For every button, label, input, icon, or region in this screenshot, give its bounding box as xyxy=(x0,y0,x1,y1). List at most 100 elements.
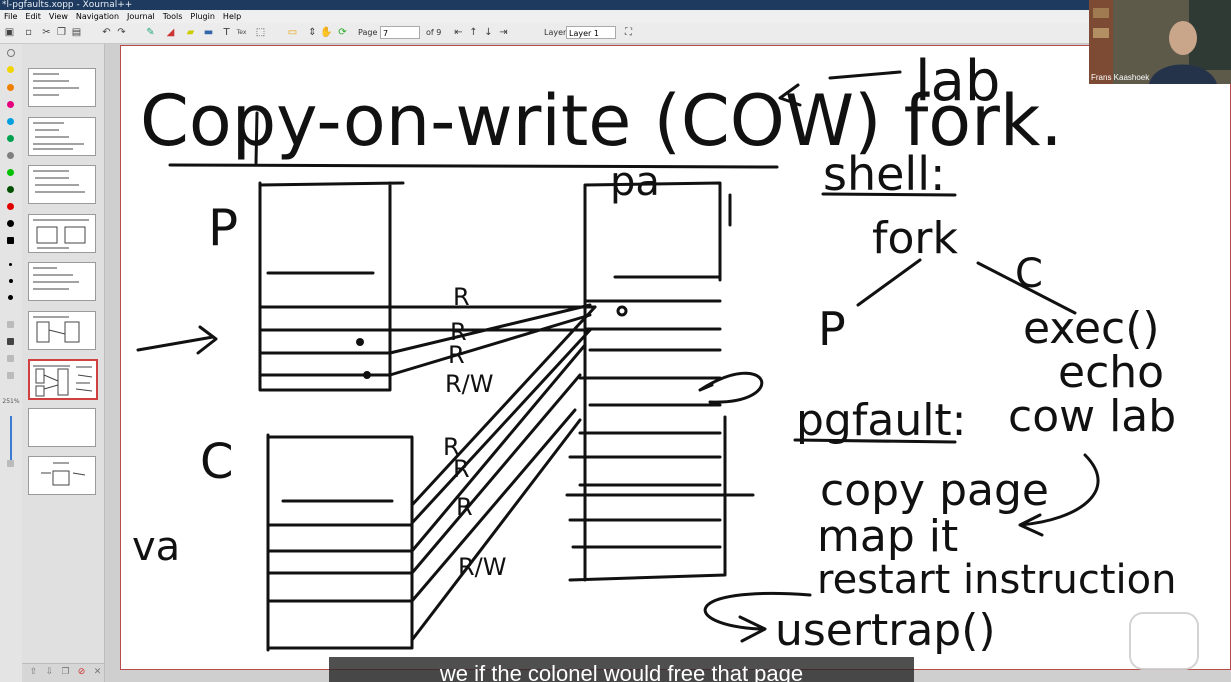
c-mappings xyxy=(410,305,597,642)
page-thumbnail-9[interactable] xyxy=(28,456,96,495)
rectangle-select-icon[interactable]: ▭ xyxy=(286,26,299,39)
move-page-down-icon[interactable]: ⇩ xyxy=(44,667,55,678)
zoom-fit-icon[interactable] xyxy=(7,372,14,379)
speaker-video-icon xyxy=(1089,0,1231,84)
select-icon[interactable]: ⬚ xyxy=(254,26,267,39)
page-thumbnail-1[interactable] xyxy=(28,68,96,107)
page-thumbnail-6[interactable] xyxy=(28,311,96,350)
last-page-icon[interactable]: ⇥ xyxy=(497,26,510,39)
menu-help[interactable]: Help xyxy=(219,10,245,23)
copy-page-icon[interactable]: ❐ xyxy=(60,667,71,678)
sidebar-page-controls: ⇧ ⇩ ❐ ⊘ ✕ xyxy=(22,663,104,682)
undo-icon[interactable]: ↶ xyxy=(100,26,113,39)
color-green[interactable] xyxy=(7,135,14,142)
fill-icon[interactable] xyxy=(7,321,14,328)
color-black-selected[interactable] xyxy=(7,237,14,244)
first-page-icon[interactable]: ⇤ xyxy=(452,26,465,39)
page-thumbnail-3[interactable] xyxy=(28,165,96,204)
screen-icon[interactable] xyxy=(7,338,14,345)
page-thumbnail-7-current[interactable] xyxy=(28,359,98,400)
color-orange[interactable] xyxy=(7,84,14,91)
menu-journal[interactable]: Journal xyxy=(123,10,159,23)
process-c-label: C xyxy=(200,434,234,490)
menu-navigation[interactable]: Navigation xyxy=(72,10,123,23)
menu-edit[interactable]: Edit xyxy=(21,10,45,23)
text-tool-icon[interactable]: T xyxy=(220,26,233,39)
pte-dot-2 xyxy=(363,371,371,379)
window-title-bar: *l-pgfaults.xopp - Xournal++ xyxy=(0,0,1231,10)
shell-label: shell: xyxy=(823,147,945,201)
page-thumbnail-8[interactable] xyxy=(28,408,96,447)
pen-size-medium[interactable] xyxy=(9,279,13,283)
pagetable-p-rows xyxy=(258,271,392,377)
zoom-slider[interactable] xyxy=(10,416,12,460)
pen-size-thick[interactable] xyxy=(8,295,13,300)
copy-icon[interactable]: ❐ xyxy=(55,26,68,39)
zoom-out-icon[interactable] xyxy=(7,355,14,362)
hand-icon[interactable]: ✋ xyxy=(320,26,333,39)
parent-p-label: P xyxy=(818,302,846,356)
cow-lab-label: cow lab xyxy=(1008,391,1176,442)
color-yellow[interactable] xyxy=(7,66,14,73)
eraser-icon[interactable]: ◢ xyxy=(164,26,177,39)
fork-label: fork xyxy=(872,213,959,264)
menu-tools[interactable]: Tools xyxy=(159,10,187,23)
title-underline xyxy=(168,163,779,169)
previous-page-icon[interactable]: ↑ xyxy=(467,26,480,39)
color-dark-green[interactable] xyxy=(7,186,14,193)
cut-icon[interactable]: ✂ xyxy=(40,26,53,39)
close-sidebar-icon[interactable]: ✕ xyxy=(92,667,103,678)
vertical-space-icon[interactable]: ⇕ xyxy=(306,26,319,39)
delete-page-icon[interactable]: ⊘ xyxy=(76,667,87,678)
va-label: va xyxy=(132,524,180,570)
pen-size-fine[interactable] xyxy=(9,263,12,266)
color-black[interactable] xyxy=(7,220,14,227)
toolbar: ▣ ▫ ✂ ❐ ▤ ↶ ↷ ✎ ◢ ▰ ▬ T Tex ⬚ ▭ ⇕ ✋ ⟳ Pa… xyxy=(0,23,1231,44)
process-p-label: P xyxy=(208,199,238,257)
step-copy-page: copy page xyxy=(820,465,1049,516)
highlighter-icon[interactable]: ▰ xyxy=(184,26,197,39)
paste-icon[interactable]: ▤ xyxy=(70,26,83,39)
flag-r-6: R xyxy=(456,493,473,521)
redo-icon[interactable]: ↷ xyxy=(115,26,128,39)
flag-r-5: R xyxy=(453,455,470,483)
lab-label: lab xyxy=(915,49,1000,114)
page-number-input[interactable]: 7 xyxy=(380,26,420,39)
page-total: of 9 xyxy=(426,28,442,37)
flag-r-1: R xyxy=(453,283,470,311)
play-watermark xyxy=(1129,612,1199,670)
page-thumbnail-4[interactable] xyxy=(28,214,96,253)
pa-label: pa xyxy=(610,159,660,205)
zoom-level: 251% xyxy=(2,398,20,405)
page-thumbnail-2[interactable] xyxy=(28,117,96,156)
menu-file[interactable]: File xyxy=(0,10,21,23)
new-page-icon[interactable]: ▫ xyxy=(22,26,35,39)
color-red[interactable] xyxy=(7,203,14,210)
layer-select[interactable]: Layer 1 xyxy=(566,26,616,39)
math-tex-icon[interactable]: Tex xyxy=(235,26,248,39)
page-preview-sidebar: ⇧ ⇩ ❐ ⊘ ✕ xyxy=(22,44,105,682)
handwritten-notes: Copy-on-write (COW) fork. lab P C va pa … xyxy=(132,49,1176,656)
pte-dot-1 xyxy=(356,338,364,346)
page-label: Page xyxy=(358,28,378,37)
refresh-icon[interactable]: ⟳ xyxy=(336,26,349,39)
zoom-in-icon[interactable] xyxy=(7,460,14,467)
color-cyan[interactable] xyxy=(7,118,14,125)
color-magenta[interactable] xyxy=(7,101,14,108)
participant-name: Frans Kaashoek xyxy=(1091,73,1150,82)
color-light-green[interactable] xyxy=(7,169,14,176)
subtitle-caption: we if the colonel would free that page xyxy=(329,657,914,682)
tool-color-strip: 251% xyxy=(0,44,22,682)
pen-tool-icon[interactable]: ✎ xyxy=(144,26,157,39)
flag-rw-p: R/W xyxy=(445,370,494,398)
fullscreen-icon[interactable]: ⛶ xyxy=(622,26,635,39)
color-gray[interactable] xyxy=(7,152,14,159)
color-white[interactable] xyxy=(7,49,15,57)
save-icon[interactable]: ▣ xyxy=(3,26,16,39)
shape-icon[interactable]: ▬ xyxy=(202,26,215,39)
menu-view[interactable]: View xyxy=(45,10,72,23)
page-thumbnail-5[interactable] xyxy=(28,262,96,301)
move-page-up-icon[interactable]: ⇧ xyxy=(28,667,39,678)
next-page-icon[interactable]: ↓ xyxy=(482,26,495,39)
menu-plugin[interactable]: Plugin xyxy=(186,10,219,23)
